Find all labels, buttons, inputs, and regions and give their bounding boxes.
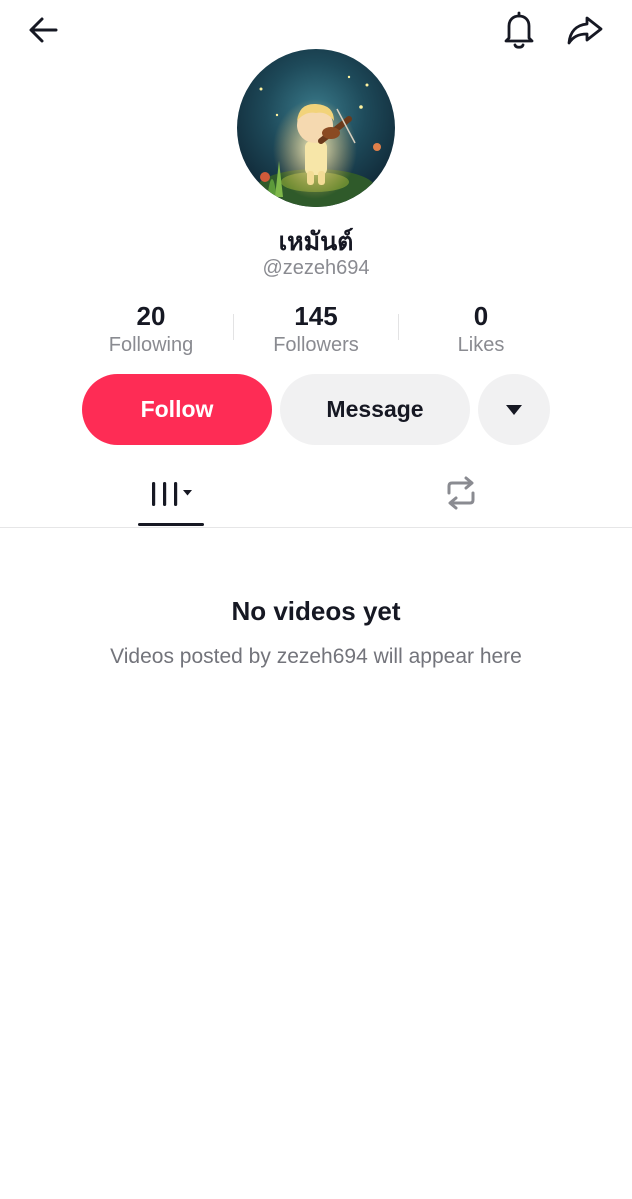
followers-label: Followers (273, 334, 359, 356)
share-arrow-icon (567, 16, 603, 45)
profile-tabs (0, 460, 632, 528)
repost-icon (447, 476, 475, 510)
likes-label: Likes (457, 334, 505, 356)
following-label: Following (108, 334, 194, 356)
avatar-image (237, 49, 395, 207)
stat-likes: 0 Likes (401, 300, 561, 358)
tab-videos[interactable] (130, 460, 212, 526)
following-count: 20 (136, 301, 166, 331)
notifications-button[interactable] (495, 6, 543, 54)
active-tab-indicator (138, 523, 204, 526)
arrow-left-icon (29, 17, 58, 43)
likes-count: 0 (473, 301, 489, 331)
video-grid-icon (152, 482, 192, 506)
display-name: เหมันต์ (278, 227, 354, 256)
stat-divider (233, 314, 234, 340)
caret-down-icon (506, 404, 522, 415)
stat-divider (398, 314, 399, 340)
more-options-button[interactable] (478, 374, 550, 445)
empty-state-title: No videos yet (231, 596, 401, 626)
share-button[interactable] (561, 6, 609, 54)
followers-count: 145 (294, 301, 338, 331)
stat-followers[interactable]: 145 Followers (236, 300, 396, 358)
bell-icon (504, 11, 534, 49)
empty-state-subtitle: Videos posted by zezeh694 will appear he… (110, 645, 522, 668)
back-button[interactable] (19, 6, 67, 54)
message-button[interactable]: Message (280, 374, 470, 445)
stat-following[interactable]: 20 Following (71, 300, 231, 358)
avatar[interactable] (237, 49, 395, 207)
username: @zezeh694 (262, 257, 370, 279)
follow-button[interactable]: Follow (82, 374, 272, 445)
tab-reposts[interactable] (420, 460, 502, 526)
